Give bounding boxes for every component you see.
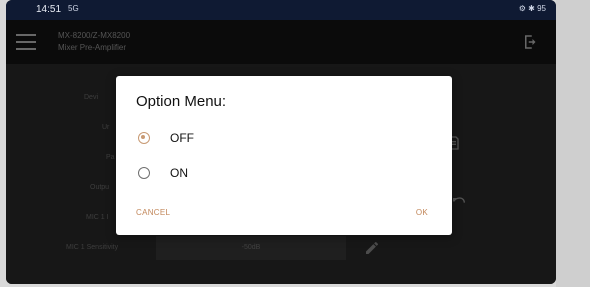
option-on-label: ON	[170, 166, 188, 180]
radio-selected-icon[interactable]	[138, 132, 150, 144]
signal-indicator: 5G	[68, 4, 79, 13]
status-time: 14:51	[36, 4, 62, 15]
status-bar: 14:51 5G ⚙ ✱ 95	[6, 0, 556, 20]
option-off-label: OFF	[170, 131, 194, 145]
dialog-title: Option Menu:	[136, 93, 227, 110]
cancel-button[interactable]: CANCEL	[136, 208, 170, 217]
device-screen: 14:51 5G ⚙ ✱ 95 MX-8200/Z-MX8200 Mixer P…	[6, 0, 556, 284]
right-bezel	[556, 0, 590, 287]
option-menu-dialog: Option Menu: OFF ON CANCEL OK	[116, 76, 452, 235]
option-off[interactable]: OFF	[138, 127, 194, 149]
status-right-icons: ⚙ ✱ 95	[518, 4, 546, 13]
radio-unselected-icon[interactable]	[138, 167, 150, 179]
option-on[interactable]: ON	[138, 162, 188, 184]
ok-button[interactable]: OK	[416, 208, 428, 217]
